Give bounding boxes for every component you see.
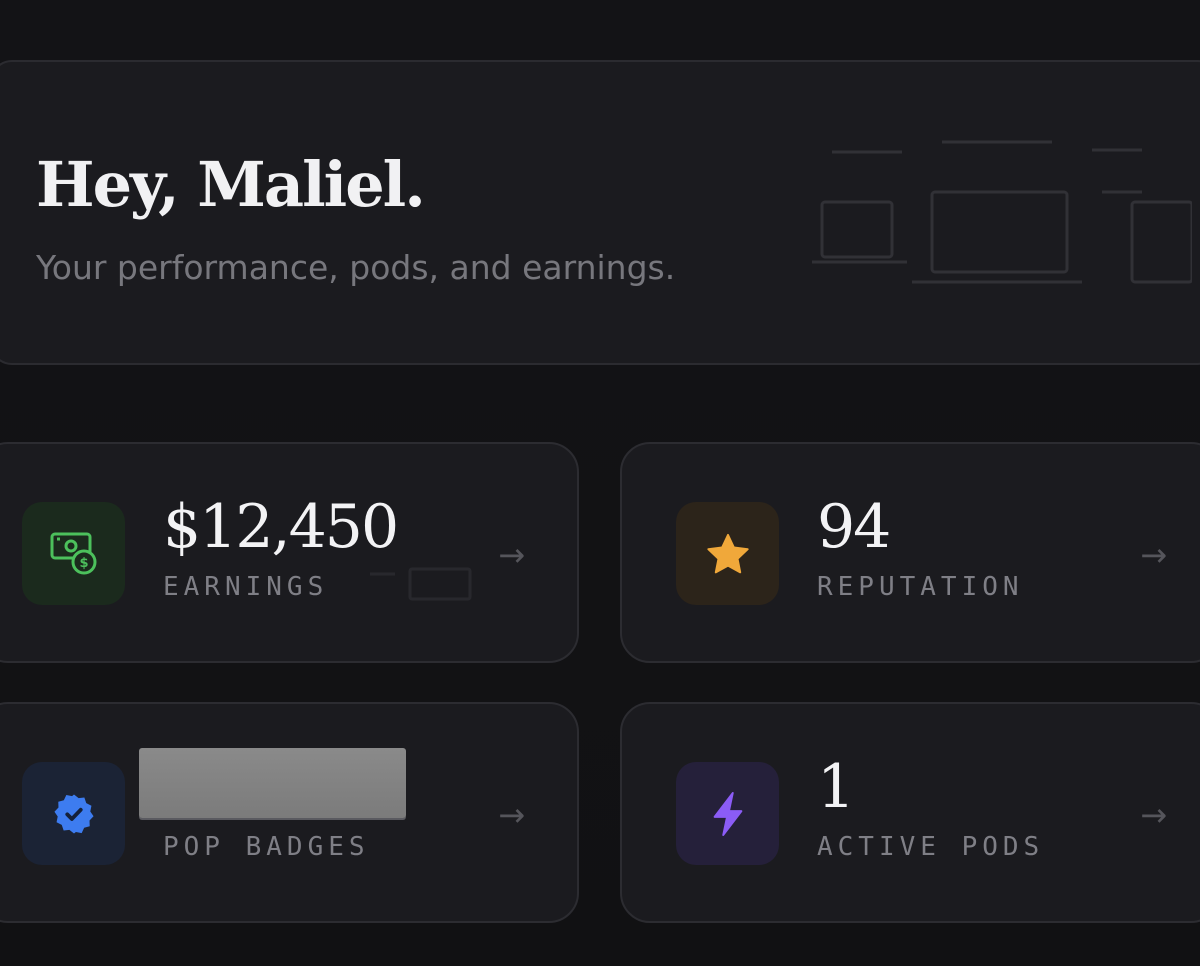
reputation-label: REPUTATION (817, 572, 1024, 602)
arrow-right-icon[interactable]: → (498, 796, 525, 834)
workspace-illustration (812, 140, 1192, 284)
verified-badge-icon (53, 793, 94, 834)
card-background-illustration (370, 567, 472, 601)
reputation-card[interactable]: 94 REPUTATION → (620, 442, 1200, 663)
arrow-right-icon[interactable]: → (498, 536, 525, 574)
reputation-value: 94 (817, 492, 891, 562)
redacted-value (139, 748, 406, 818)
earnings-label: EARNINGS (163, 572, 329, 602)
star-icon (706, 533, 749, 573)
welcome-banner: Hey, Maliel. Your performance, pods, and… (0, 60, 1200, 365)
active-pods-label: ACTIVE PODS (817, 832, 1045, 862)
lightning-icon (713, 791, 742, 836)
cash-icon: $ (50, 532, 96, 574)
arrow-right-icon[interactable]: → (1140, 536, 1167, 574)
svg-text:$: $ (79, 556, 88, 571)
active-pods-value: 1 (817, 752, 855, 822)
active-pods-card[interactable]: 1 ACTIVE PODS → (620, 702, 1200, 923)
cash-icon-tile: $ (22, 502, 125, 605)
lightning-icon-tile (676, 762, 779, 865)
dashboard-page: Hey, Maliel. Your performance, pods, and… (0, 0, 1200, 966)
arrow-right-icon[interactable]: → (1140, 796, 1167, 834)
verified-badge-icon-tile (22, 762, 125, 865)
pop-badges-card[interactable]: POP BADGES → (0, 702, 579, 923)
greeting-subtitle: Your performance, pods, and earnings. (36, 248, 676, 287)
greeting-title: Hey, Maliel. (36, 148, 426, 221)
pop-badges-label: POP BADGES (163, 832, 370, 862)
earnings-card[interactable]: $ $12,450 EARNINGS → (0, 442, 579, 663)
star-icon-tile (676, 502, 779, 605)
earnings-value: $12,450 (163, 492, 399, 562)
